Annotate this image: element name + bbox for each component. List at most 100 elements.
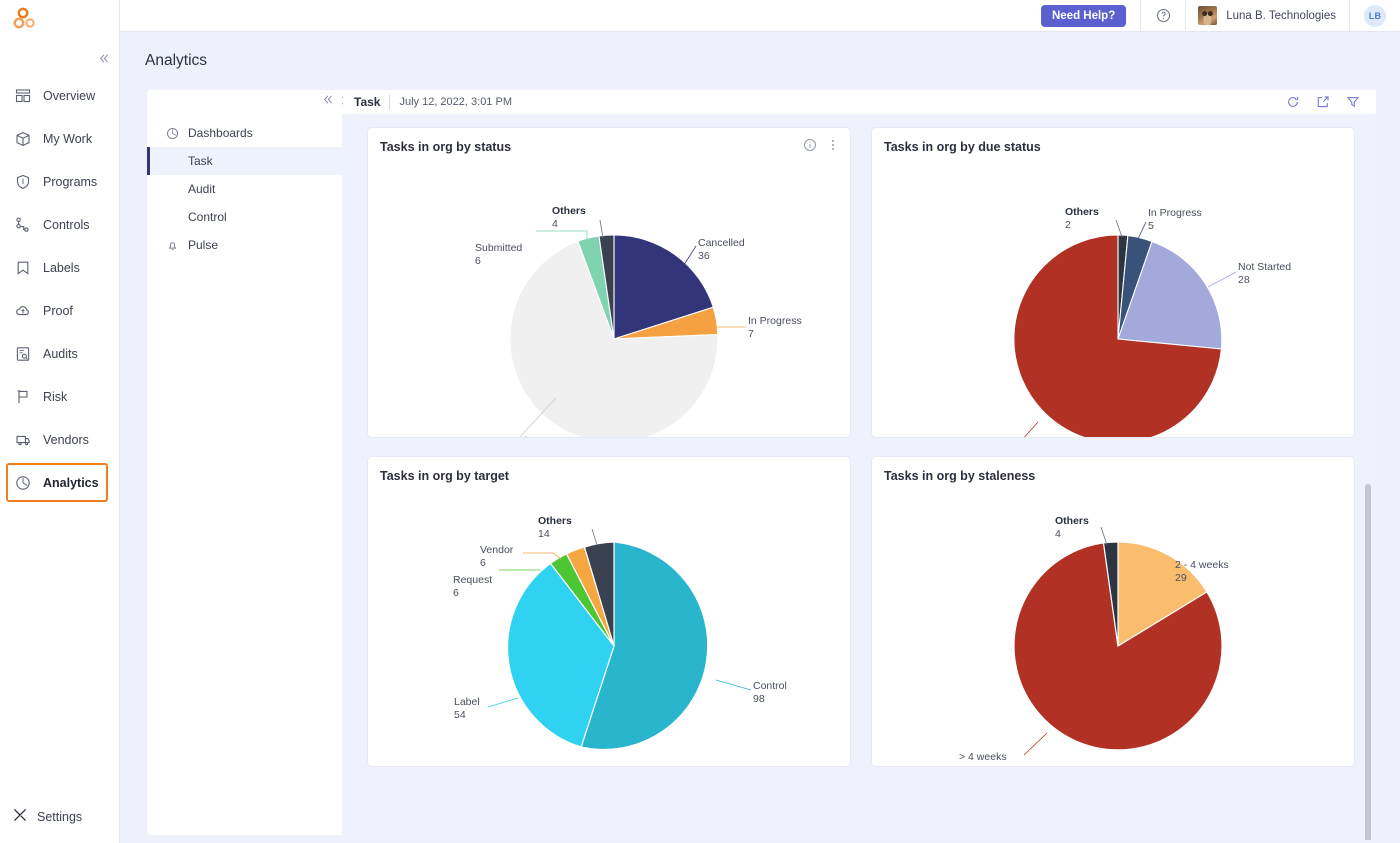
subnav-item-label: Dashboards <box>188 126 253 140</box>
sidebar-item-proof[interactable]: Proof <box>0 289 120 332</box>
sidebar-item-label: Overview <box>43 88 96 103</box>
card-title: Tasks in org by status <box>380 140 512 154</box>
vertical-scrollbar[interactable] <box>1365 484 1371 840</box>
pie-value-others: 4 <box>1055 528 1061 540</box>
subnav-list: Dashboards Task Audit Control Pulse <box>147 119 342 259</box>
pie-value-cancelled: 36 <box>698 250 710 262</box>
pie-value-others: 4 <box>552 218 558 230</box>
refresh-icon[interactable] <box>1286 95 1300 109</box>
pie-value-others: 14 <box>538 528 550 540</box>
pie-label-in-progress: In Progress <box>1148 207 1202 219</box>
box-icon <box>12 128 34 150</box>
export-icon[interactable] <box>1316 95 1330 109</box>
pie-label-vendor: Vendor <box>480 544 514 556</box>
shield-icon <box>12 171 34 193</box>
pie-label-control: Control <box>753 680 787 692</box>
page-title: Analytics <box>145 52 208 69</box>
sidebar-item-label: Risk <box>43 389 68 404</box>
card-row: Tasks in org by status Others 4 Submitte… <box>368 128 1354 437</box>
pie-value-gt-4-weeks: 145 <box>959 764 977 766</box>
app-root: Overview My Work Programs Controls Label… <box>0 0 1400 843</box>
wrench-screwdriver-icon <box>12 807 28 828</box>
pie-label-others: Others <box>1055 515 1089 527</box>
sidebar-item-label: Programs <box>43 174 98 189</box>
pie-chart-tasks-by-staleness: Others 4 2 - 4 weeks 29 > 4 weeks 145 <box>872 483 1364 766</box>
pie-value-request: 6 <box>453 587 459 599</box>
sidebar-item-programs[interactable]: Programs <box>0 160 120 203</box>
subnav-item-pulse[interactable]: Pulse <box>147 231 342 259</box>
card-title: Tasks in org by target <box>380 469 509 483</box>
pie-label-cancelled: Cancelled <box>698 237 745 249</box>
avatar[interactable]: LB <box>1364 4 1386 27</box>
top-bar: Need Help? Luna B. Technologies LB <box>120 0 1400 32</box>
pie-label-in-progress: In Progress <box>748 315 802 327</box>
pie-chart-tasks-by-due-status: Others 2 In Progress 5 Not Started 28 No… <box>872 154 1364 437</box>
pie-label-request: Request <box>453 574 492 586</box>
pie-label-not-started: Not Started <box>474 435 527 437</box>
card-actions <box>803 138 840 152</box>
sidebar-item-my-work[interactable]: My Work <box>0 117 120 160</box>
cloud-upload-icon <box>12 300 34 322</box>
three-rings-logo-icon[interactable] <box>12 7 42 33</box>
need-help-button[interactable]: Need Help? <box>1040 4 1127 27</box>
card-tasks-by-status: Tasks in org by status Others 4 Submitte… <box>368 128 850 437</box>
card-title: Tasks in org by due status <box>884 140 1041 154</box>
bell-icon <box>165 239 180 252</box>
dashboard-grid-icon <box>12 85 34 107</box>
pie-label-2-4-weeks: 2 - 4 weeks <box>1175 559 1229 571</box>
card-row: Tasks in org by target Others 14 Vendor … <box>368 457 1354 766</box>
sidebar-item-label: Analytics <box>43 475 99 490</box>
pie-value-label: 54 <box>454 709 466 721</box>
pie-value-others: 2 <box>1065 219 1071 231</box>
truck-icon <box>12 429 34 451</box>
card-tasks-by-staleness: Tasks in org by staleness Others 4 2 - 4… <box>872 457 1354 766</box>
sidebar-item-vendors[interactable]: Vendors <box>0 418 120 461</box>
question-circle-icon[interactable] <box>1141 0 1185 32</box>
subnav-item-control[interactable]: Control <box>147 203 342 231</box>
sidebar-collapse-button[interactable] <box>95 52 111 68</box>
sidebar-item-label: Controls <box>43 217 90 232</box>
kebab-menu-icon[interactable] <box>826 138 840 152</box>
pie-label-submitted: Submitted <box>475 242 522 254</box>
sidebar-item-analytics[interactable]: Analytics <box>0 461 120 504</box>
primary-sidebar: Overview My Work Programs Controls Label… <box>0 0 120 843</box>
pie-value-vendor: 6 <box>480 557 486 569</box>
sidebar-item-controls[interactable]: Controls <box>0 203 120 246</box>
pie-label-others: Others <box>1065 206 1099 218</box>
sidebar-item-label: Vendors <box>43 432 89 447</box>
sidebar-item-label: Labels <box>43 260 80 275</box>
subnav-item-task[interactable]: Task <box>147 147 342 175</box>
divider <box>389 95 391 109</box>
sidebar-item-label: Audits <box>43 346 78 361</box>
sidebar-item-audits[interactable]: Audits <box>0 332 120 375</box>
sidebar-item-overview[interactable]: Overview <box>0 74 120 117</box>
flag-icon <box>12 386 34 408</box>
node-tree-icon <box>12 214 34 236</box>
pie-chart-tasks-by-status: Others 4 Submitted 6 Cancelled 36 In Pro… <box>368 154 860 437</box>
pie-value-in-progress: 7 <box>748 328 754 340</box>
pane-collapse-button[interactable] <box>342 95 344 109</box>
sidebar-item-risk[interactable]: Risk <box>0 375 120 418</box>
dashboard-timestamp: July 12, 2022, 3:01 PM <box>399 96 512 108</box>
sidebar-item-settings[interactable]: Settings <box>0 799 120 835</box>
dashboard-title: Task <box>354 95 381 109</box>
pie-clock-icon <box>165 127 180 140</box>
subnav-item-dashboards[interactable]: Dashboards <box>147 119 342 147</box>
dashboard-header: Task July 12, 2022, 3:01 PM <box>342 90 1376 114</box>
pie-clock-icon <box>12 472 34 494</box>
card-tasks-by-due-status: Tasks in org by due status Others 2 In P… <box>872 128 1354 437</box>
sidebar-item-label: Settings <box>37 810 83 824</box>
pie-label-others: Others <box>552 205 586 217</box>
subnav-item-audit[interactable]: Audit <box>147 175 342 203</box>
pie-value-2-4-weeks: 29 <box>1175 572 1187 584</box>
pie-label-past-due: Not Started (Past Due) <box>919 436 1025 437</box>
org-selector[interactable]: Luna B. Technologies <box>1186 0 1349 32</box>
subnav-collapse-button[interactable] <box>322 94 333 108</box>
pie-label-others: Others <box>538 515 572 527</box>
sidebar-item-label: Proof <box>43 303 73 318</box>
sidebar-item-labels[interactable]: Labels <box>0 246 120 289</box>
pie-label-not-started: Not Started <box>1238 261 1291 273</box>
filter-funnel-icon[interactable] <box>1346 95 1360 109</box>
divider <box>1349 0 1350 32</box>
info-circle-icon[interactable] <box>803 138 817 152</box>
